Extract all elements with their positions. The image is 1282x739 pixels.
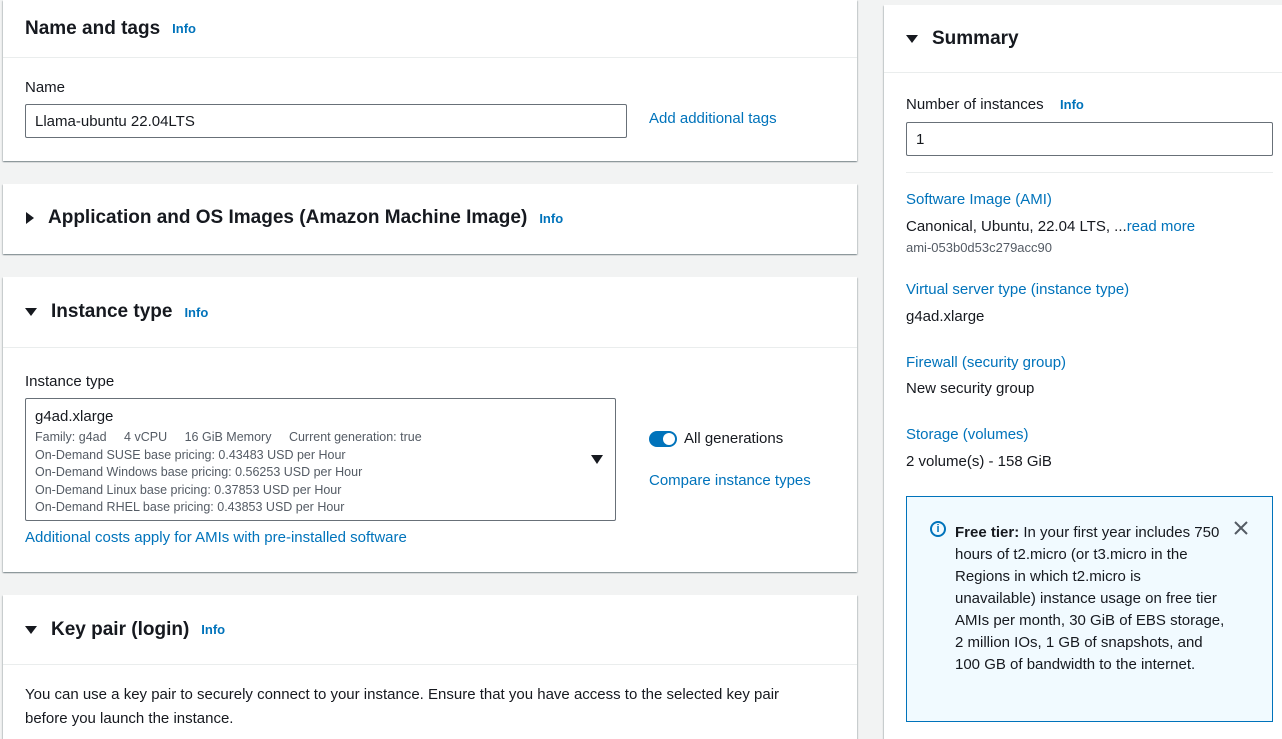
read-more-link[interactable]: read more <box>1127 218 1195 235</box>
number-of-instances-input[interactable]: 1 <box>906 122 1273 156</box>
instance-vcpu: 4 vCPU <box>124 430 168 444</box>
divider <box>906 172 1273 173</box>
firewall-value: New security group <box>906 380 1035 397</box>
summary-panel: Summary Number of instances Info 1 Softw… <box>884 5 1282 739</box>
instance-memory: 16 GiB Memory <box>184 430 272 444</box>
instance-family: Family: g4ad <box>35 430 107 444</box>
caret-down-icon[interactable] <box>25 308 37 316</box>
instance-type-select[interactable]: g4ad.xlarge Family: g4ad 4 vCPU 16 GiB M… <box>25 398 616 521</box>
key-pair-info-link[interactable]: Info <box>201 622 225 637</box>
caret-right-icon[interactable] <box>26 212 34 224</box>
instance-type-info-link[interactable]: Info <box>184 305 208 320</box>
key-pair-header[interactable]: Key pair (login) Info <box>3 595 857 665</box>
all-generations-label: All generations <box>684 430 784 447</box>
pricing-linux: On-Demand Linux base pricing: 0.37853 US… <box>35 482 342 497</box>
instance-type-value: g4ad.xlarge <box>906 308 985 325</box>
software-image-link[interactable]: Software Image (AMI) <box>906 191 1052 208</box>
ami-id: ami-053b0d53c279acc90 <box>906 240 1052 255</box>
storage-value: 2 volume(s) - 158 GiB <box>906 453 1052 470</box>
key-pair-description: You can use a key pair to securely conne… <box>25 686 780 727</box>
pricing-rhel: On-Demand RHEL base pricing: 0.43853 USD… <box>35 500 345 514</box>
instance-specs: Family: g4ad 4 vCPU 16 GiB Memory Curren… <box>35 429 606 447</box>
name-info-link[interactable]: Info <box>172 21 196 36</box>
all-generations-toggle[interactable] <box>649 431 677 447</box>
name-and-tags-header: Name and tags Info <box>3 0 857 58</box>
additional-costs-link[interactable]: Additional costs apply for AMIs with pre… <box>25 529 407 546</box>
key-pair-panel: Key pair (login) Info You can use a key … <box>3 595 857 739</box>
caret-down-icon[interactable] <box>25 625 37 634</box>
ami-value: Canonical, Ubuntu, 22.04 LTS, ... <box>906 218 1127 235</box>
ami-info-link[interactable]: Info <box>539 211 563 226</box>
instance-type-field-label: Instance type <box>25 373 115 390</box>
storage-link[interactable]: Storage (volumes) <box>906 426 1029 443</box>
free-tier-label: Free tier: <box>955 524 1020 541</box>
ami-title: Application and OS Images (Amazon Machin… <box>48 207 528 228</box>
name-input[interactable]: Llama-ubuntu 22.04LTS <box>25 104 627 138</box>
summary-title: Summary <box>932 27 1019 49</box>
dropdown-caret-icon[interactable] <box>591 455 603 464</box>
compare-instance-types-link[interactable]: Compare instance types <box>649 472 811 489</box>
name-and-tags-panel: Name and tags Info Name Llama-ubuntu 22.… <box>3 0 857 161</box>
name-and-tags-title: Name and tags <box>25 17 161 39</box>
number-of-instances-label: Number of instances <box>906 96 1044 113</box>
summary-header[interactable]: Summary <box>884 5 1282 73</box>
ami-value-row: Canonical, Ubuntu, 22.04 LTS, ...read mo… <box>906 218 1195 235</box>
instances-label-row: Number of instances Info <box>906 96 1084 114</box>
instance-type-link[interactable]: Virtual server type (instance type) <box>906 281 1129 298</box>
pricing-windows: On-Demand Windows base pricing: 0.56253 … <box>35 465 363 479</box>
instances-info-link[interactable]: Info <box>1060 97 1084 112</box>
close-icon[interactable] <box>1232 519 1250 537</box>
instance-type-header[interactable]: Instance type Info <box>3 277 857 348</box>
name-field-label: Name <box>25 79 66 96</box>
instance-type-selected: g4ad.xlarge <box>35 408 114 425</box>
pricing-suse: On-Demand SUSE base pricing: 0.43483 USD… <box>35 447 346 462</box>
info-circle-icon: i <box>930 521 946 537</box>
instance-type-title: Instance type <box>51 301 173 322</box>
instance-current-gen: Current generation: true <box>288 430 422 444</box>
instance-type-panel: Instance type Info Instance type g4ad.xl… <box>3 277 857 572</box>
key-pair-title: Key pair (login) <box>51 618 190 640</box>
firewall-link[interactable]: Firewall (security group) <box>906 354 1066 371</box>
free-tier-body: In your first year includes 750 hours of… <box>955 524 1225 673</box>
caret-down-icon[interactable] <box>906 34 918 43</box>
free-tier-alert: i Free tier: In your first year includes… <box>906 496 1273 722</box>
ami-panel: Application and OS Images (Amazon Machin… <box>3 184 857 254</box>
ami-header[interactable]: Application and OS Images (Amazon Machin… <box>3 184 857 252</box>
add-additional-tags-link[interactable]: Add additional tags <box>649 110 777 127</box>
free-tier-text: Free tier: In your first year includes 7… <box>955 522 1225 676</box>
